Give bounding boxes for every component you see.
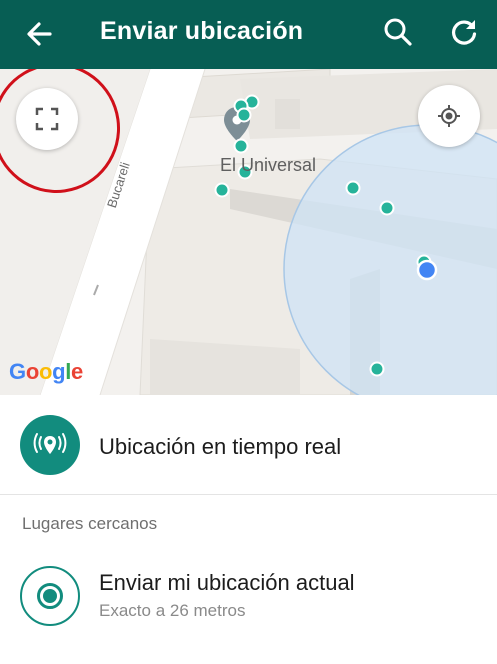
map-view[interactable]: El Universal Bucareli Google [0,69,497,395]
landmark-label: El Universal [220,155,317,175]
nearby-places-header: Lugares cercanos [22,514,158,533]
app-bar: Enviar ubicación [0,0,497,69]
google-logo: Google [9,359,83,385]
my-location-icon [438,105,460,127]
send-current-location-label: Enviar mi ubicación actual [99,570,355,595]
live-location-label: Ubicación en tiempo real [99,434,342,459]
search-icon[interactable] [380,14,416,50]
send-current-location-row[interactable]: Enviar mi ubicación actual Exacto a 26 m… [0,550,497,646]
fullscreen-icon [35,107,59,131]
google-logo-letter: o [38,359,53,384]
my-location-button[interactable] [418,85,480,147]
fullscreen-button[interactable] [16,88,78,150]
current-location-icon [20,566,80,626]
divider [0,494,497,495]
live-location-row[interactable]: Ubicación en tiempo real [0,396,497,494]
google-logo-letter: g [52,359,66,384]
live-location-icon [20,415,80,475]
refresh-icon[interactable] [446,14,482,50]
google-logo-letter: o [25,359,39,384]
google-logo-letter: G [9,359,26,384]
page-title: Enviar ubicación [100,17,304,45]
location-accuracy: Exacto a 26 metros [99,601,246,620]
google-logo-letter: e [71,359,83,384]
arrow-left-icon[interactable] [22,16,58,52]
